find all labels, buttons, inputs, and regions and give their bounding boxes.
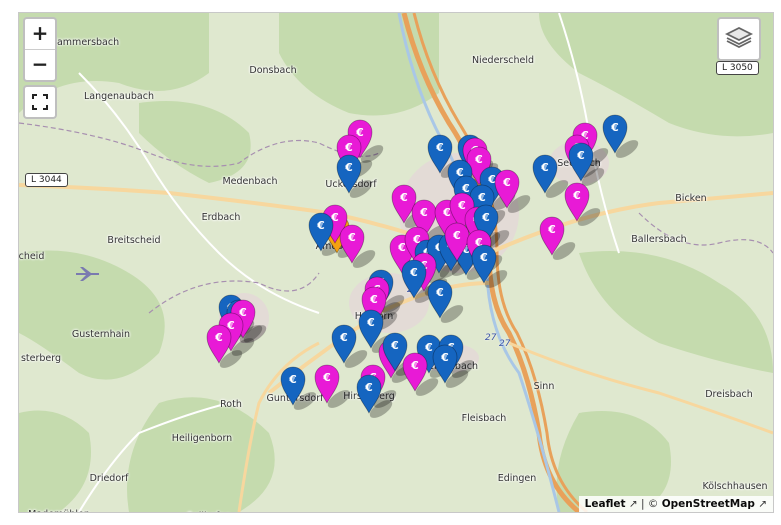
zoom-out-button[interactable]: − [25, 50, 55, 80]
external-link-icon: ↗ [628, 498, 638, 510]
euro-icon: € [474, 153, 483, 166]
euro-icon: € [576, 149, 585, 162]
attribution-bar: Leaflet ↗ | © OpenStreetMap ↗ [578, 496, 773, 512]
euro-icon: € [547, 223, 556, 236]
euro-icon: € [288, 373, 297, 386]
euro-icon: € [344, 141, 353, 154]
marker-layer: €€€€€€€ €€€€€ €€€€€€€€€ €€€€€€€€€€ €€€€€€€€€… [206, 114, 639, 418]
euro-icon: € [477, 191, 486, 204]
euro-icon: € [479, 251, 488, 264]
euro-icon: € [366, 316, 375, 329]
euro-icon: € [355, 126, 364, 139]
euro-icon: € [409, 266, 418, 279]
euro-icon: € [572, 189, 581, 202]
euro-icon: € [399, 191, 408, 204]
euro-icon: € [410, 359, 419, 372]
zoom-control: + − [23, 17, 57, 82]
euro-icon: € [364, 381, 373, 394]
euro-icon: € [316, 219, 325, 232]
leaflet-link[interactable]: Leaflet [585, 498, 626, 510]
layers-icon [724, 26, 754, 49]
euro-icon: € [435, 286, 444, 299]
euro-icon: € [397, 241, 406, 254]
euro-icon: € [457, 199, 466, 212]
euro-icon: € [481, 211, 490, 224]
attribution-separator: | © [641, 498, 662, 510]
euro-icon: € [452, 229, 461, 242]
euro-icon: € [502, 176, 511, 189]
euro-icon: € [369, 293, 378, 306]
fullscreen-button[interactable] [23, 85, 57, 119]
euro-icon: € [419, 206, 428, 219]
osm-link[interactable]: OpenStreetMap [662, 498, 755, 510]
fullscreen-icon [32, 94, 48, 110]
euro-icon: € [344, 161, 353, 174]
euro-icon: € [322, 371, 331, 384]
euro-icon: € [487, 173, 496, 186]
map-view[interactable]: Flammersbach Donsbach Niederscheld Langenau… [18, 12, 774, 513]
euro-icon: € [610, 121, 619, 134]
euro-icon: € [424, 341, 433, 354]
euro-icon: € [440, 351, 449, 364]
euro-icon: € [339, 331, 348, 344]
zoom-in-button[interactable]: + [25, 19, 55, 50]
layers-button[interactable] [717, 17, 761, 61]
external-link-icon: ↗ [758, 498, 767, 510]
euro-icon: € [347, 231, 356, 244]
euro-icon: € [390, 339, 399, 352]
euro-icon: € [214, 331, 223, 344]
euro-icon: € [435, 141, 444, 154]
euro-icon: € [540, 161, 549, 174]
euro-icon: € [442, 206, 451, 219]
